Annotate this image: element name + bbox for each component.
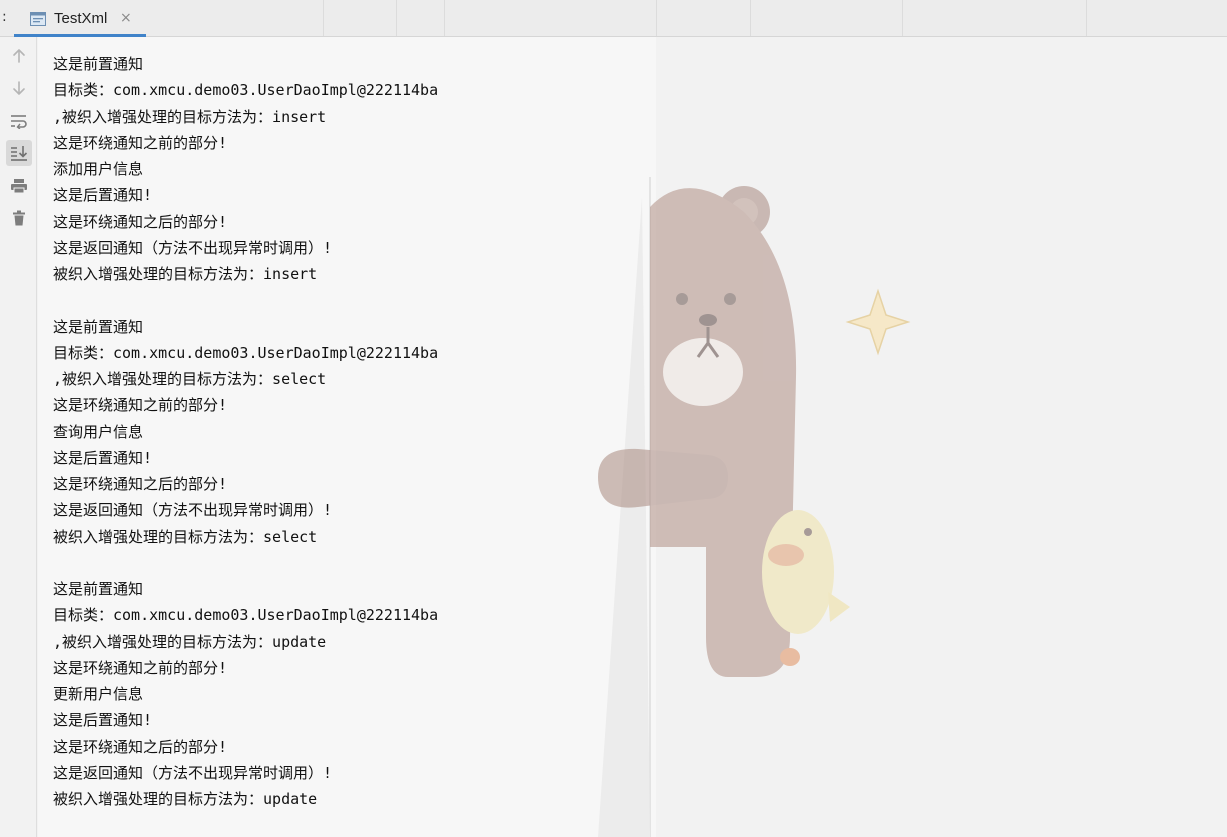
console-line: 这是环绕通知之前的部分!: [53, 658, 228, 677]
console-line: 目标类：com.xmcu.demo03.UserDaoImpl@222114ba: [53, 81, 439, 100]
soft-wrap-icon: [11, 115, 27, 129]
divider: [396, 0, 397, 36]
arrow-down-icon: [13, 81, 25, 95]
trash-icon: [13, 210, 25, 226]
tool-window-title-separator: :: [2, 9, 7, 25]
soft-wrap-button[interactable]: [6, 108, 32, 134]
console-output[interactable]: 这是前置通知目标类：com.xmcu.demo03.UserDaoImpl@22…: [38, 37, 1227, 837]
divider: [1086, 0, 1087, 36]
console-line: 更新用户信息: [53, 685, 144, 703]
up-button[interactable]: [6, 43, 32, 69]
console-line: 查询用户信息: [53, 422, 144, 441]
console-line: 被织入增强处理的目标方法为：update: [53, 790, 318, 808]
tab-label: TestXml: [54, 10, 108, 27]
console-line: ,被织入增强处理的目标方法为：insert: [53, 107, 327, 126]
console-line: 这是前置通知: [53, 580, 144, 598]
console-line: 被织入增强处理的目标方法为：insert: [53, 265, 318, 283]
console-line: 这是后置通知!: [53, 186, 153, 205]
console-line: ,被织入增强处理的目标方法为：select: [53, 370, 327, 388]
tab-testxml[interactable]: TestXml ×: [14, 4, 146, 37]
console-line: 添加用户信息: [53, 160, 144, 178]
console-toolbar: [0, 37, 37, 837]
console-line: 这是环绕通知之后的部分!: [53, 475, 228, 493]
down-button[interactable]: [6, 75, 32, 101]
clear-all-button[interactable]: [6, 205, 32, 231]
console-line: 目标类：com.xmcu.demo03.UserDaoImpl@222114ba: [53, 343, 439, 362]
divider: [902, 0, 903, 36]
console-line: ,被织入增强处理的目标方法为：update: [53, 632, 327, 651]
console-line: 这是环绕通知之前的部分!: [53, 133, 228, 152]
console-lines: 这是前置通知目标类：com.xmcu.demo03.UserDaoImpl@22…: [53, 51, 438, 812]
ide-window: : TestXml × 这是前置通知 目标类：com.xmcu.demo03.U…: [0, 0, 1227, 837]
run-configuration-icon: [30, 11, 46, 26]
console-line: 这是后置通知!: [53, 448, 153, 467]
arrow-up-icon: [13, 49, 25, 63]
divider: [323, 0, 324, 36]
scroll-to-end-icon: [11, 146, 28, 161]
console-line: 这是前置通知: [53, 317, 144, 336]
divider: [444, 0, 445, 36]
console-line: 目标类：com.xmcu.demo03.UserDaoImpl@222114ba: [53, 606, 439, 625]
console-line: 被织入增强处理的目标方法为：select: [53, 527, 318, 546]
console-line: 这是返回通知（方法不出现异常时调用）!: [53, 238, 333, 257]
console-line: 这是环绕通知之后的部分!: [53, 737, 228, 756]
console-line: 这是返回通知（方法不出现异常时调用）!: [53, 501, 333, 520]
print-icon: [11, 179, 27, 194]
print-button[interactable]: [6, 173, 32, 199]
console-line: 这是前置通知: [53, 55, 144, 73]
divider: [656, 0, 657, 36]
close-icon[interactable]: ×: [120, 10, 132, 26]
console-line: 这是返回通知（方法不出现异常时调用）!: [53, 763, 333, 782]
scroll-to-end-button[interactable]: [6, 140, 32, 166]
run-tab-bar: : TestXml ×: [0, 0, 1227, 37]
console-line: 这是环绕通知之前的部分!: [53, 396, 228, 415]
console-line: 这是环绕通知之后的部分!: [53, 212, 228, 231]
divider: [750, 0, 751, 36]
console-line: 这是后置通知!: [53, 711, 153, 730]
